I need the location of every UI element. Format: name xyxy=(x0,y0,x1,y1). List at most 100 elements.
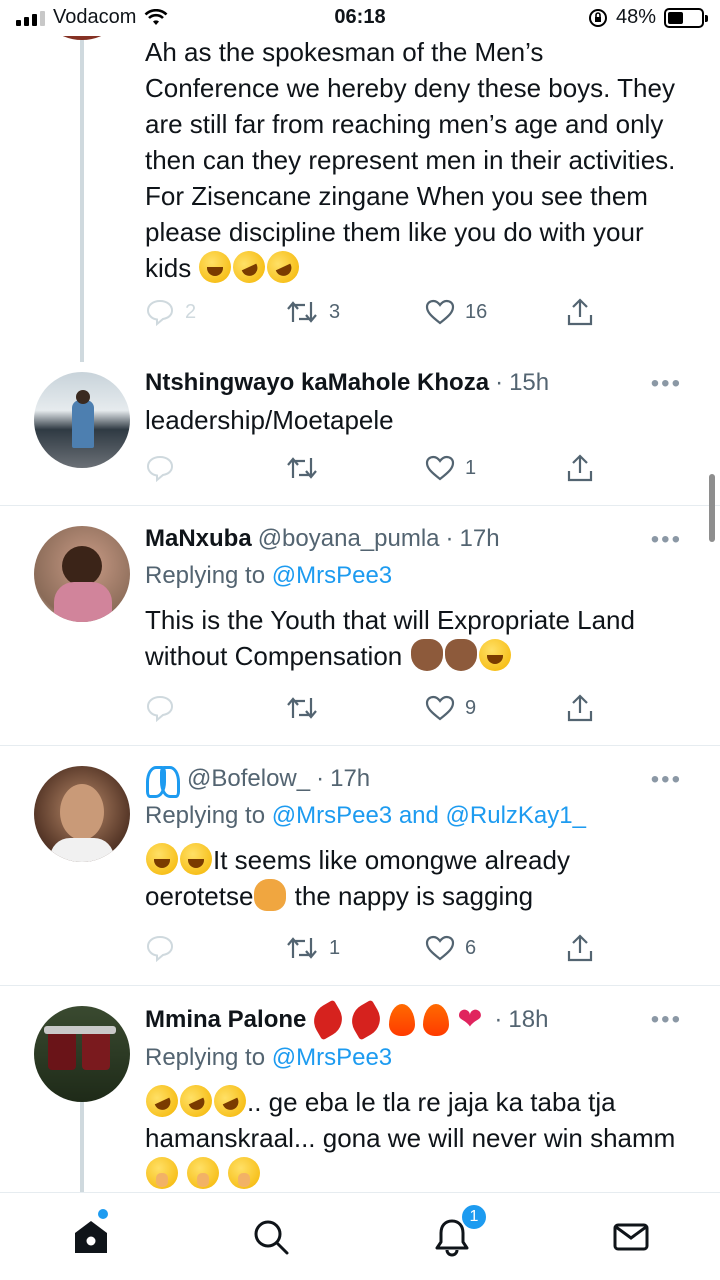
like-count: 9 xyxy=(465,696,477,719)
avatar[interactable] xyxy=(34,526,130,622)
avatar[interactable] xyxy=(34,1006,130,1102)
home-unread-dot xyxy=(98,1209,108,1219)
share-button[interactable] xyxy=(565,693,595,723)
tweet[interactable]: Mmina Palone · 18h Replying to @MrsPee3 … xyxy=(0,986,720,1192)
face-with-tears-of-joy-icon xyxy=(199,251,232,283)
thread-line xyxy=(80,1102,84,1192)
retweet-button[interactable]: 1 xyxy=(285,934,340,962)
more-options-icon[interactable]: ••• xyxy=(651,766,682,794)
tweet[interactable]: Ntshingwayo kaMahole Khoza · 15h leaders… xyxy=(0,362,720,506)
hot-pepper-icon xyxy=(345,999,387,1041)
share-icon xyxy=(567,934,593,962)
status-bar: Vodacom 06:18 48% xyxy=(0,0,720,36)
nav-search[interactable] xyxy=(247,1213,295,1261)
tweet[interactable]: Ah as the spokesman of the Men’s Confere… xyxy=(0,0,720,362)
mention-link[interactable]: @MrsPee3 xyxy=(272,562,392,589)
timestamp[interactable]: 17h xyxy=(460,524,500,554)
tweet-body: MaNxuba @boyana_pumla · 17h Replying to … xyxy=(145,524,680,674)
avatar[interactable] xyxy=(34,372,130,468)
butterfly-icon xyxy=(146,764,180,798)
timestamp[interactable]: 18h xyxy=(508,1005,548,1035)
retweet-button[interactable] xyxy=(285,694,329,722)
share-button[interactable] xyxy=(565,453,595,483)
tweet-text: This is the Youth that will Expropriate … xyxy=(145,605,635,671)
tweet-body: Mmina Palone · 18h Replying to @MrsPee3 … xyxy=(140,999,680,1192)
retweet-count: 1 xyxy=(329,936,341,959)
reply-icon xyxy=(146,299,174,326)
battery-percent: 48% xyxy=(615,6,656,28)
tweet-text: Ah as the spokesman of the Men’s Confere… xyxy=(145,34,680,289)
messages-icon xyxy=(613,1223,649,1251)
reply-button[interactable] xyxy=(145,934,185,962)
face-with-tears-of-joy-icon xyxy=(146,843,178,875)
more-options-icon[interactable]: ••• xyxy=(651,370,682,398)
user-handle[interactable]: @Bofelow_ xyxy=(187,764,310,794)
more-options-icon[interactable]: ••• xyxy=(651,1006,682,1034)
like-button[interactable]: 9 xyxy=(425,694,476,722)
like-count: 16 xyxy=(465,300,488,323)
timestamp[interactable]: 15h xyxy=(509,368,549,398)
like-button[interactable]: 6 xyxy=(425,934,476,962)
like-count: 6 xyxy=(465,936,477,959)
timeline: Ah as the spokesman of the Men’s Confere… xyxy=(0,0,720,1192)
orientation-lock-icon xyxy=(588,8,607,27)
tweet-header: @Bofelow_ · 17h xyxy=(145,764,680,798)
retweet-count: 3 xyxy=(329,300,341,323)
tweet-actions: 9 xyxy=(145,692,605,724)
reply-count: 2 xyxy=(185,300,197,323)
clapping-hands-icon xyxy=(444,639,477,671)
share-icon xyxy=(567,694,593,722)
mention-link[interactable]: @MrsPee3 and @RulzKay1_ xyxy=(272,802,586,829)
display-name[interactable]: MaNxuba xyxy=(145,524,252,554)
display-name[interactable]: Ntshingwayo kaMahole Khoza xyxy=(145,368,489,398)
face-with-tears-of-joy-icon xyxy=(478,639,511,671)
face-with-hand-over-mouth-icon xyxy=(187,1157,220,1189)
retweet-icon xyxy=(287,301,317,323)
reply-button[interactable] xyxy=(145,454,185,482)
clapping-hands-icon xyxy=(410,639,443,671)
home-icon xyxy=(75,1221,107,1253)
nav-home[interactable] xyxy=(67,1213,115,1261)
share-icon xyxy=(567,454,593,482)
share-button[interactable] xyxy=(565,297,595,327)
status-right: 48% xyxy=(588,6,708,29)
tweet[interactable]: MaNxuba @boyana_pumla · 17h Replying to … xyxy=(0,506,720,746)
retweet-button[interactable] xyxy=(285,454,329,482)
replying-to: Replying to @MrsPee3 and @RulzKay1_ xyxy=(145,802,586,829)
tweet-header: MaNxuba @boyana_pumla · 17h xyxy=(145,524,500,554)
face-with-hand-over-mouth-icon xyxy=(228,1157,261,1189)
heart-icon xyxy=(425,695,455,721)
reply-button[interactable] xyxy=(145,694,185,722)
replying-to: Replying to @MrsPee3 xyxy=(145,562,393,589)
tweet-actions: 1 xyxy=(145,452,605,484)
timestamp[interactable]: 17h xyxy=(330,764,370,794)
scrollbar[interactable] xyxy=(709,474,715,542)
tweet-actions: 2 3 16 xyxy=(145,296,605,328)
person-facepalming-icon xyxy=(254,879,287,911)
tweet-actions: 1 6 xyxy=(145,932,605,964)
nav-messages[interactable] xyxy=(607,1213,655,1261)
rolling-on-floor-laughing-icon xyxy=(208,1079,252,1123)
like-button[interactable]: 16 xyxy=(425,298,487,326)
tweet[interactable]: @Bofelow_ · 17h Replying to @MrsPee3 and… xyxy=(0,746,720,986)
tweet-text: It seems like omongwe already oerotetse … xyxy=(145,843,570,911)
more-options-icon[interactable]: ••• xyxy=(651,526,682,554)
heart-icon xyxy=(425,455,455,481)
face-with-hand-over-mouth-icon xyxy=(146,1157,178,1189)
display-name[interactable]: Mmina Palone xyxy=(145,1005,306,1035)
retweet-icon xyxy=(287,457,317,479)
like-button[interactable]: 1 xyxy=(425,454,476,482)
share-button[interactable] xyxy=(565,933,595,963)
avatar[interactable] xyxy=(34,766,130,862)
user-handle[interactable]: @boyana_pumla xyxy=(258,524,440,554)
bottom-nav: 1 xyxy=(0,1192,720,1280)
rolling-on-floor-laughing-icon xyxy=(228,245,271,289)
heart-icon xyxy=(425,299,455,325)
retweet-button[interactable]: 3 xyxy=(285,298,340,326)
reply-button[interactable]: 2 xyxy=(145,298,196,326)
tweet-body: Ntshingwayo kaMahole Khoza · 15h leaders… xyxy=(145,368,680,438)
rolling-on-floor-laughing-icon xyxy=(262,245,305,289)
mention-link[interactable]: @MrsPee3 xyxy=(272,1044,392,1071)
share-icon xyxy=(567,298,593,326)
tweet-body: @Bofelow_ · 17h Replying to @MrsPee3 and… xyxy=(145,764,680,914)
